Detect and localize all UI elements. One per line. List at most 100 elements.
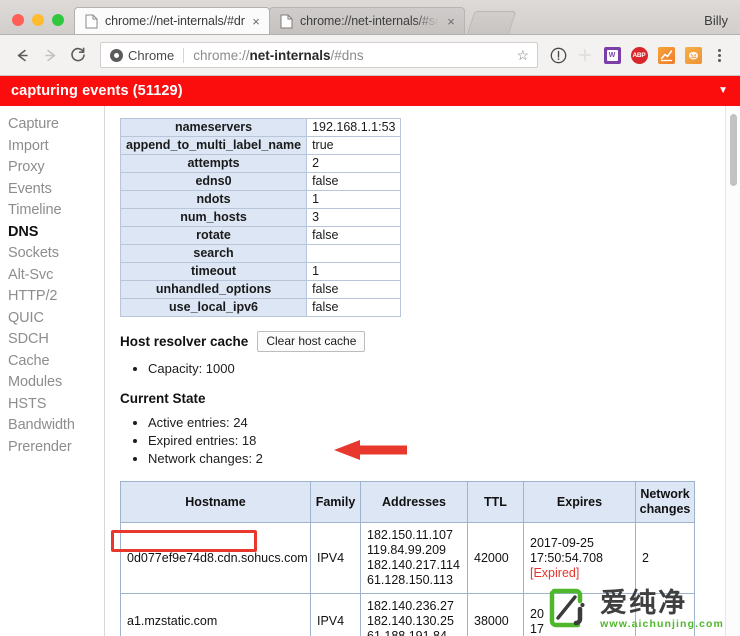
config-value [307, 245, 401, 263]
address-line: 119.84.99.209 [367, 543, 461, 558]
sidebar-item-sdch[interactable]: SDCH [8, 329, 104, 351]
sidebar-item-quic[interactable]: QUIC [8, 308, 104, 330]
column-header-addresses: Addresses [361, 482, 468, 523]
config-value: 1 [307, 263, 401, 281]
extension-placeholder-icon [572, 42, 598, 68]
url-host: net-internals [250, 48, 331, 63]
pumpkin-extension-button[interactable] [680, 42, 706, 68]
expires-time: 17 [530, 622, 629, 636]
expired-badge: [Expired] [530, 566, 629, 581]
dns-config-table: nameservers 192.168.1.1:53 append_to_mul… [120, 118, 401, 317]
url-prefix: chrome:// [193, 48, 249, 63]
reload-button[interactable] [64, 41, 92, 69]
sidebar-item-import[interactable]: Import [8, 136, 104, 158]
menu-dot [718, 54, 721, 57]
address-line: 61.188.191.84 [367, 629, 461, 636]
host-resolver-cache-title: Host resolver cache [120, 334, 248, 349]
column-header-network-changes: Network changes [636, 482, 695, 523]
sidebar-item-timeline[interactable]: Timeline [8, 200, 104, 222]
browser-window: chrome://net-internals/#dns × chrome://n… [0, 0, 740, 636]
capacity-item: Capacity: 1000 [148, 360, 740, 377]
active-entries-text: Active entries: 24 [148, 414, 740, 431]
url-text: chrome://net-internals/#dns [193, 48, 510, 63]
config-key: ndots [121, 191, 307, 209]
forward-button[interactable] [36, 41, 64, 69]
minimize-window-button[interactable] [32, 14, 44, 26]
chrome-menu-button[interactable] [708, 42, 730, 68]
cell-ttl: 38000 [468, 594, 524, 636]
bookmark-star-icon[interactable]: ☆ [516, 47, 529, 64]
zoom-window-button[interactable] [52, 14, 64, 26]
config-key: append_to_multi_label_name [121, 137, 307, 155]
sidebar-item-hsts[interactable]: HSTS [8, 394, 104, 416]
net-internals-sidebar: Capture Import Proxy Events Timeline DNS… [0, 106, 105, 636]
tab-title: chrome://net-internals/#socke [300, 14, 440, 28]
close-tab-button[interactable]: × [249, 14, 263, 28]
current-state-list: Active entries: 24 Expired entries: 18 N… [120, 414, 740, 467]
sidebar-item-prerender[interactable]: Prerender [8, 437, 104, 459]
site-identity-label: Chrome [128, 48, 174, 63]
clear-host-cache-button[interactable]: Clear host cache [257, 331, 365, 352]
table-row: num_hosts 3 [121, 209, 401, 227]
new-tab-button[interactable] [467, 11, 516, 34]
tab-title: chrome://net-internals/#dns [105, 14, 245, 28]
cell-family: IPV4 [311, 594, 361, 636]
sidebar-item-bandwidth[interactable]: Bandwidth [8, 415, 104, 437]
address-bar[interactable]: Chrome chrome://net-internals/#dns ☆ [100, 42, 538, 68]
close-tab-button[interactable]: × [444, 14, 458, 28]
tab-dns[interactable]: chrome://net-internals/#dns × [74, 7, 270, 34]
page-file-icon [85, 14, 98, 29]
config-value: 3 [307, 209, 401, 227]
chart-extension-button[interactable] [653, 42, 679, 68]
chrome-logo-icon [110, 49, 123, 62]
cell-network-changes [636, 594, 695, 636]
config-value: false [307, 227, 401, 245]
browser-toolbar: Chrome chrome://net-internals/#dns ☆ W A… [0, 35, 740, 76]
office-extension-button[interactable]: W [599, 42, 625, 68]
expires-time: 17:50:54.708 [530, 551, 629, 566]
menu-dot [718, 49, 721, 52]
cell-network-changes: 2 [636, 523, 695, 594]
table-row: unhandled_options false [121, 281, 401, 299]
adblock-plus-extension-icon: ABP [631, 47, 648, 64]
window-traffic-lights [0, 14, 74, 34]
sidebar-item-proxy[interactable]: Proxy [8, 157, 104, 179]
chart-extension-icon [658, 47, 675, 64]
config-key: use_local_ipv6 [121, 299, 307, 317]
tab-sockets[interactable]: chrome://net-internals/#socke × [269, 7, 465, 34]
chevron-down-icon[interactable]: ▼ [718, 86, 728, 96]
sidebar-item-http2[interactable]: HTTP/2 [8, 286, 104, 308]
capturing-events-banner[interactable]: capturing events (51129) ▼ [0, 76, 740, 106]
sidebar-item-events[interactable]: Events [8, 179, 104, 201]
sidebar-item-sockets[interactable]: Sockets [8, 243, 104, 265]
cell-ttl: 42000 [468, 523, 524, 594]
page-scrollbar[interactable] [725, 106, 740, 636]
column-header-family: Family [311, 482, 361, 523]
sidebar-item-cache[interactable]: Cache [8, 351, 104, 373]
cell-family: IPV4 [311, 523, 361, 594]
config-value: false [307, 281, 401, 299]
expired-entries-text: Expired entries: 18 [148, 432, 740, 449]
table-row: timeout 1 [121, 263, 401, 281]
sidebar-item-dns[interactable]: DNS [8, 222, 104, 244]
table-row: edns0 false [121, 173, 401, 191]
address-line: 182.140.236.27 [367, 599, 461, 614]
cell-expires: 2017-09-25 17:50:54.708 [Expired] [524, 523, 636, 594]
sidebar-item-alt-svc[interactable]: Alt-Svc [8, 265, 104, 287]
back-button[interactable] [8, 41, 36, 69]
config-key: rotate [121, 227, 307, 245]
scrollbar-thumb[interactable] [730, 114, 737, 186]
address-line: 182.140.130.25 [367, 614, 461, 629]
adblock-plus-extension-button[interactable]: ABP [626, 42, 652, 68]
close-window-button[interactable] [12, 14, 24, 26]
page-info-button[interactable] [545, 42, 571, 68]
table-row: 0d077ef9e74d8.cdn.sohucs.com IPV4 182.15… [121, 523, 695, 594]
config-value: false [307, 299, 401, 317]
profile-name[interactable]: Billy [704, 13, 728, 28]
sidebar-item-capture[interactable]: Capture [8, 114, 104, 136]
config-key: attempts [121, 155, 307, 173]
host-resolver-cache-row: Host resolver cache Clear host cache [120, 331, 740, 352]
sidebar-item-modules[interactable]: Modules [8, 372, 104, 394]
config-value: 192.168.1.1:53 [307, 119, 401, 137]
network-changes-text: Network changes: 2 [148, 450, 740, 467]
